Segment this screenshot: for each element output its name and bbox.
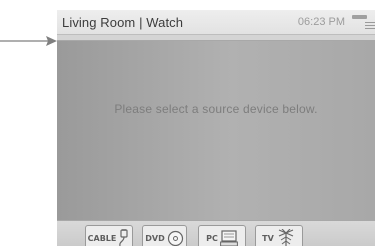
- source-prompt-message: Please select a source device below.: [114, 102, 318, 116]
- cable-plug-icon: [118, 229, 130, 246]
- title-bar: Living Room | Watch 06:23 PM: [57, 10, 375, 35]
- menu-icon[interactable]: [365, 22, 375, 32]
- source-label: PC: [206, 233, 218, 243]
- source-label: CABLE: [87, 233, 117, 243]
- source-bar: CABLE DVD PC TV: [57, 220, 375, 246]
- device-screen: Living Room | Watch 06:23 PM Please sele…: [57, 10, 375, 246]
- antenna-icon: [276, 229, 296, 246]
- source-button-pc[interactable]: PC: [198, 225, 246, 246]
- source-button-cable[interactable]: CABLE: [85, 225, 133, 246]
- disc-icon: [167, 230, 184, 246]
- pointer-arrow-icon: [0, 36, 57, 46]
- computer-icon: [219, 229, 238, 246]
- battery-icon: [352, 15, 367, 19]
- source-button-dvd[interactable]: DVD: [142, 225, 187, 246]
- content-area: Please select a source device below.: [57, 41, 375, 220]
- source-label: DVD: [145, 233, 165, 243]
- page-title: Living Room | Watch: [62, 15, 184, 30]
- clock: 06:23 PM: [297, 16, 345, 28]
- source-label: TV: [262, 233, 274, 243]
- source-button-tv[interactable]: TV: [255, 225, 303, 246]
